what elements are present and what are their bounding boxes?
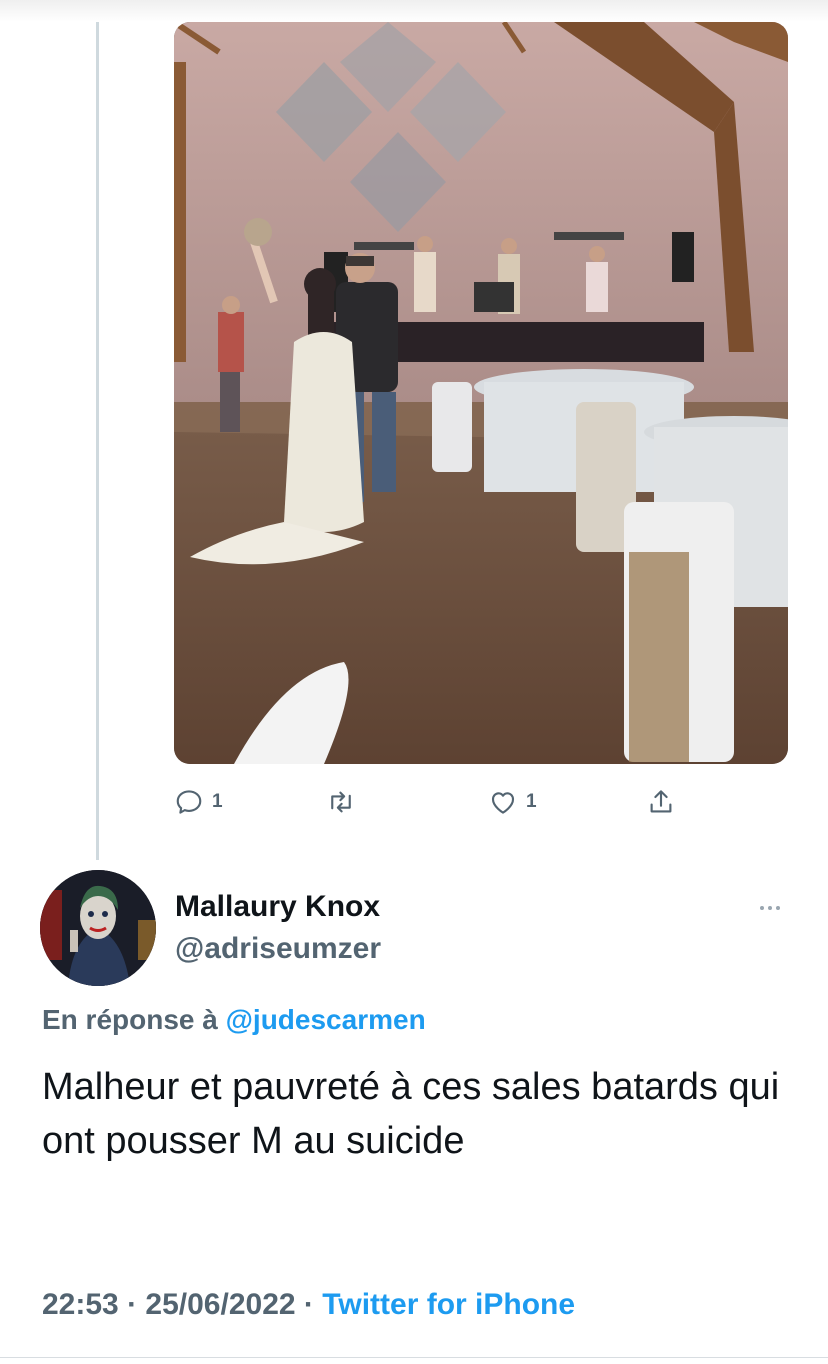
tweet-meta: 22:53 · 25/06/2022 · Twitter for iPhone (42, 1288, 575, 1322)
more-options-icon[interactable] (752, 896, 788, 920)
tweet-text: Malheur et pauvreté à ces sales batards … (42, 1066, 780, 1162)
divider (0, 1357, 828, 1358)
reply-mention-link[interactable]: @judescarmen (226, 1004, 426, 1035)
share-button[interactable] (646, 784, 676, 820)
like-button[interactable]: 1 (488, 784, 537, 820)
retweet-icon (331, 791, 351, 813)
reply-icon (176, 790, 202, 814)
tweet-date[interactable]: 25/06/2022 (145, 1288, 295, 1321)
avatar[interactable] (40, 870, 156, 986)
tweet-source-link[interactable]: Twitter for iPhone (322, 1288, 575, 1321)
top-fade (0, 0, 828, 22)
reply-context: En réponse à @judescarmen (42, 1004, 426, 1036)
display-name[interactable]: Mallaury Knox (175, 890, 380, 924)
tweet-media-image[interactable] (174, 22, 788, 764)
share-icon (650, 790, 672, 813)
meta-separator: · (127, 1288, 138, 1321)
tweet-actions-bar: 1 1 (174, 784, 694, 820)
reply-prefix: En réponse à (42, 1004, 218, 1035)
reply-count: 1 (212, 791, 223, 812)
reply-button[interactable]: 1 (174, 784, 223, 820)
meta-separator: · (303, 1288, 314, 1321)
thread-connector-line (96, 22, 99, 860)
like-icon (491, 792, 515, 814)
like-count: 1 (526, 791, 537, 812)
user-handle[interactable]: @adriseumzer (175, 932, 381, 966)
retweet-button[interactable] (326, 784, 356, 820)
tweet-time[interactable]: 22:53 (42, 1288, 119, 1321)
